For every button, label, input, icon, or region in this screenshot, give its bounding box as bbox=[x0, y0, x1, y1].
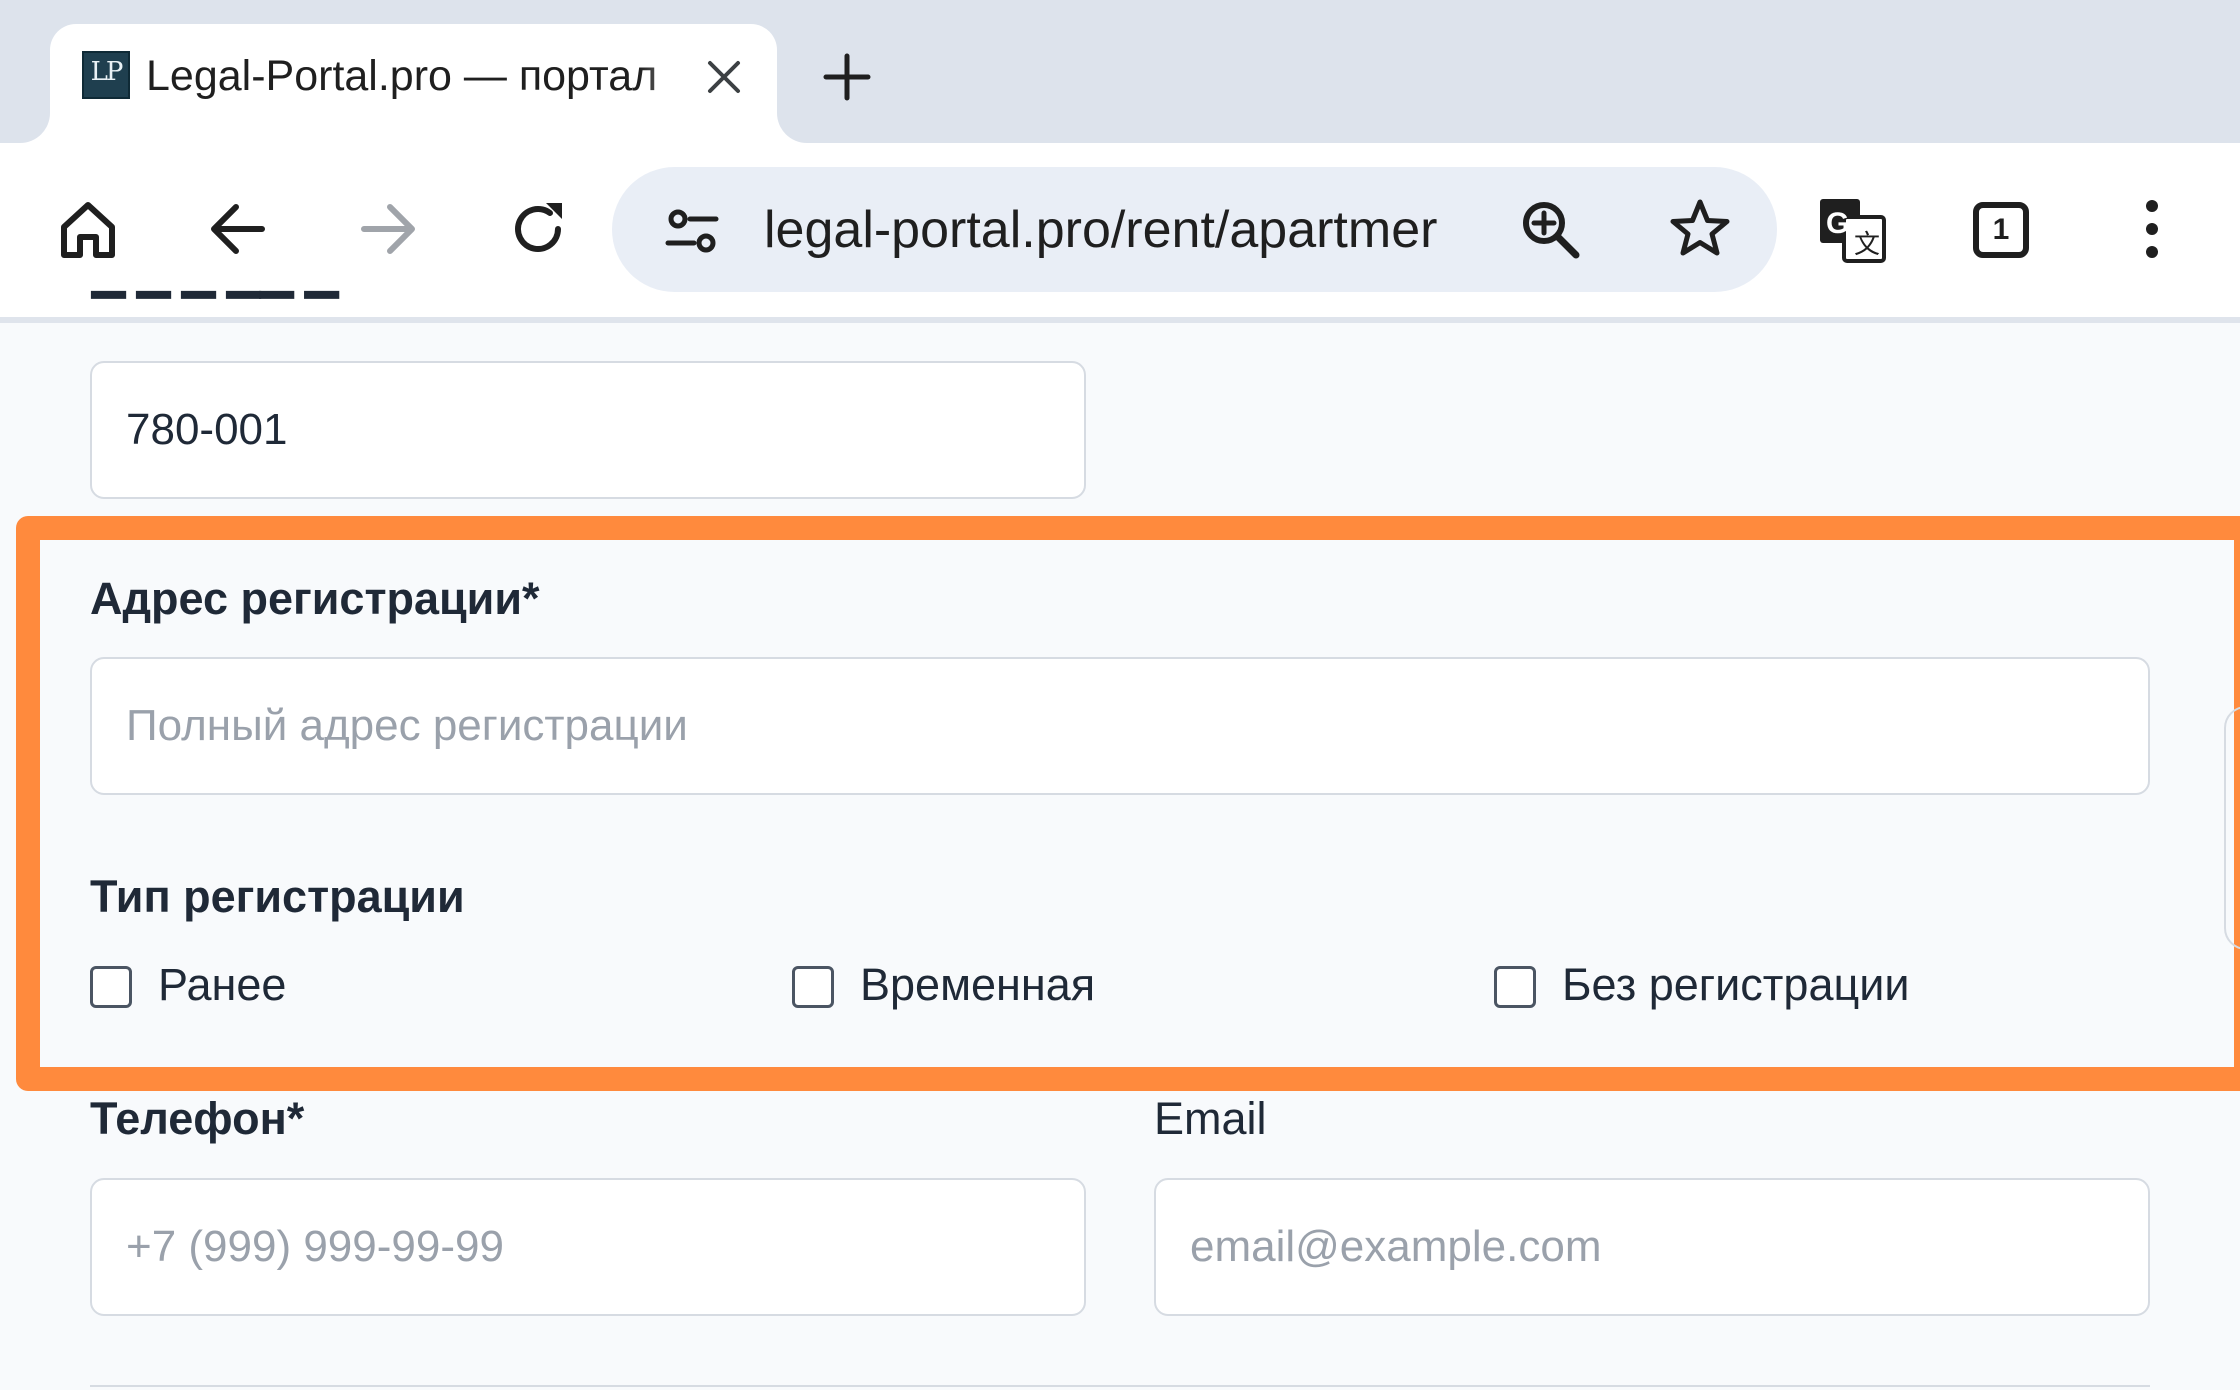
phone-input[interactable] bbox=[90, 1178, 1086, 1316]
address-bar[interactable]: legal-portal.pro/rent/apartmer bbox=[612, 167, 1777, 292]
previous-field-input[interactable] bbox=[90, 361, 1086, 499]
forward-arrow-icon[interactable] bbox=[356, 197, 420, 261]
registration-type-checkbox-none[interactable] bbox=[1494, 966, 1536, 1008]
svg-text:G: G bbox=[1826, 207, 1849, 240]
section-divider bbox=[90, 1385, 2150, 1387]
scroll-edge-indicator bbox=[2224, 706, 2240, 950]
browser-tab[interactable]: LP Legal-Portal.pro — портал bbox=[50, 24, 777, 143]
registration-type-checkbox-temporary[interactable] bbox=[792, 966, 834, 1008]
tab-strip: LP Legal-Portal.pro — портал bbox=[0, 0, 2240, 143]
new-tab-plus-icon[interactable] bbox=[822, 52, 872, 102]
more-menu-icon[interactable] bbox=[2120, 197, 2184, 261]
clipped-field-label: ▔ ▔ ▔ ▔▔ ▔ bbox=[92, 294, 339, 342]
google-translate-icon[interactable]: G 文 bbox=[1818, 197, 1888, 267]
registration-type-label: Тип регистрации bbox=[90, 871, 465, 922]
zoom-in-icon[interactable] bbox=[1518, 197, 1582, 261]
url-text[interactable]: legal-portal.pro/rent/apartmer bbox=[764, 198, 1454, 262]
page-content: ▔ ▔ ▔ ▔▔ ▔ Адрес регистрации* Тип регист… bbox=[0, 294, 2240, 1390]
site-favicon-icon: LP bbox=[82, 51, 130, 99]
tab-title: Legal-Portal.pro — портал bbox=[146, 52, 658, 100]
email-label: Email bbox=[1154, 1093, 1267, 1144]
bookmark-star-icon[interactable] bbox=[1668, 197, 1732, 261]
registration-address-label: Адрес регистрации* bbox=[90, 573, 540, 624]
svg-text:文: 文 bbox=[1854, 229, 1880, 259]
close-tab-icon[interactable] bbox=[707, 60, 741, 94]
registration-type-checkbox-earlier[interactable] bbox=[90, 966, 132, 1008]
home-icon[interactable] bbox=[56, 197, 120, 261]
reload-icon[interactable] bbox=[506, 197, 570, 261]
email-input[interactable] bbox=[1154, 1178, 2150, 1316]
site-settings-icon[interactable] bbox=[660, 199, 724, 263]
registration-address-input[interactable] bbox=[90, 657, 2150, 795]
registration-type-option-temporary[interactable]: Временная bbox=[860, 959, 1095, 1011]
tab-count-button[interactable]: 1 bbox=[1973, 202, 2029, 258]
registration-type-option-none[interactable]: Без регистрации bbox=[1562, 959, 1910, 1011]
registration-type-option-earlier[interactable]: Ранее bbox=[158, 959, 286, 1011]
back-arrow-icon[interactable] bbox=[206, 197, 270, 261]
phone-label: Телефон* bbox=[90, 1093, 305, 1144]
